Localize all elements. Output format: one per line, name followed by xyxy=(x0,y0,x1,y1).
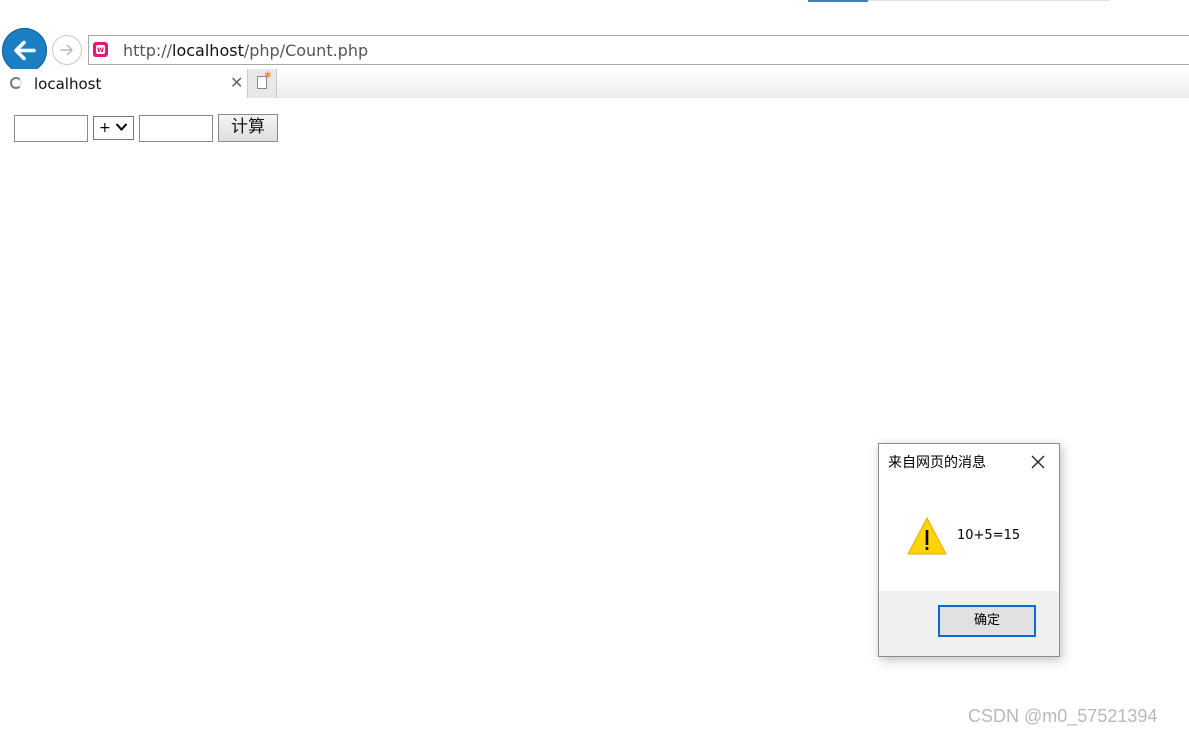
forward-arrow-icon xyxy=(60,44,73,56)
chevron-down-icon xyxy=(115,123,128,131)
dialog-message: 10+5=15 xyxy=(957,528,1021,543)
url-prefix: http:// xyxy=(123,41,173,60)
dialog-title: 来自网页的消息 xyxy=(888,455,986,471)
tab-close-icon[interactable]: ✕ xyxy=(230,74,243,92)
ok-button[interactable]: 确定 xyxy=(938,605,1036,637)
second-number-input[interactable] xyxy=(139,115,213,142)
tab-title: localhost xyxy=(34,75,102,93)
operator-value: + xyxy=(99,120,111,136)
url-path: /php/Count.php xyxy=(243,41,369,60)
alert-dialog: 来自网页的消息 10+5=15 确定 xyxy=(878,443,1060,657)
first-number-input[interactable] xyxy=(14,115,88,142)
url-host: localhost xyxy=(172,41,244,60)
back-button[interactable] xyxy=(2,28,47,73)
tab-strip: localhost ✕ ✱ xyxy=(0,69,1189,98)
warning-icon xyxy=(907,516,947,555)
back-arrow-icon xyxy=(14,40,36,61)
dialog-footer: 确定 xyxy=(879,591,1059,656)
calculate-button[interactable]: 计算 xyxy=(218,114,278,142)
loading-spinner-icon xyxy=(10,77,22,89)
address-bar[interactable]: w http://localhost/php/Count.php xyxy=(88,35,1189,65)
wamp-site-icon: w xyxy=(93,42,108,57)
url-text[interactable]: http://localhost/php/Count.php xyxy=(123,41,368,61)
forward-button[interactable] xyxy=(52,35,82,65)
tab-localhost[interactable]: localhost ✕ xyxy=(0,69,248,98)
new-tab-button[interactable]: ✱ xyxy=(248,69,277,98)
page-load-progress xyxy=(808,0,1110,2)
operator-select[interactable]: + xyxy=(93,116,134,140)
close-icon[interactable] xyxy=(1029,453,1047,471)
new-tab-star-icon: ✱ xyxy=(264,71,272,81)
watermark: CSDN @m0_57521394 xyxy=(968,706,1158,726)
